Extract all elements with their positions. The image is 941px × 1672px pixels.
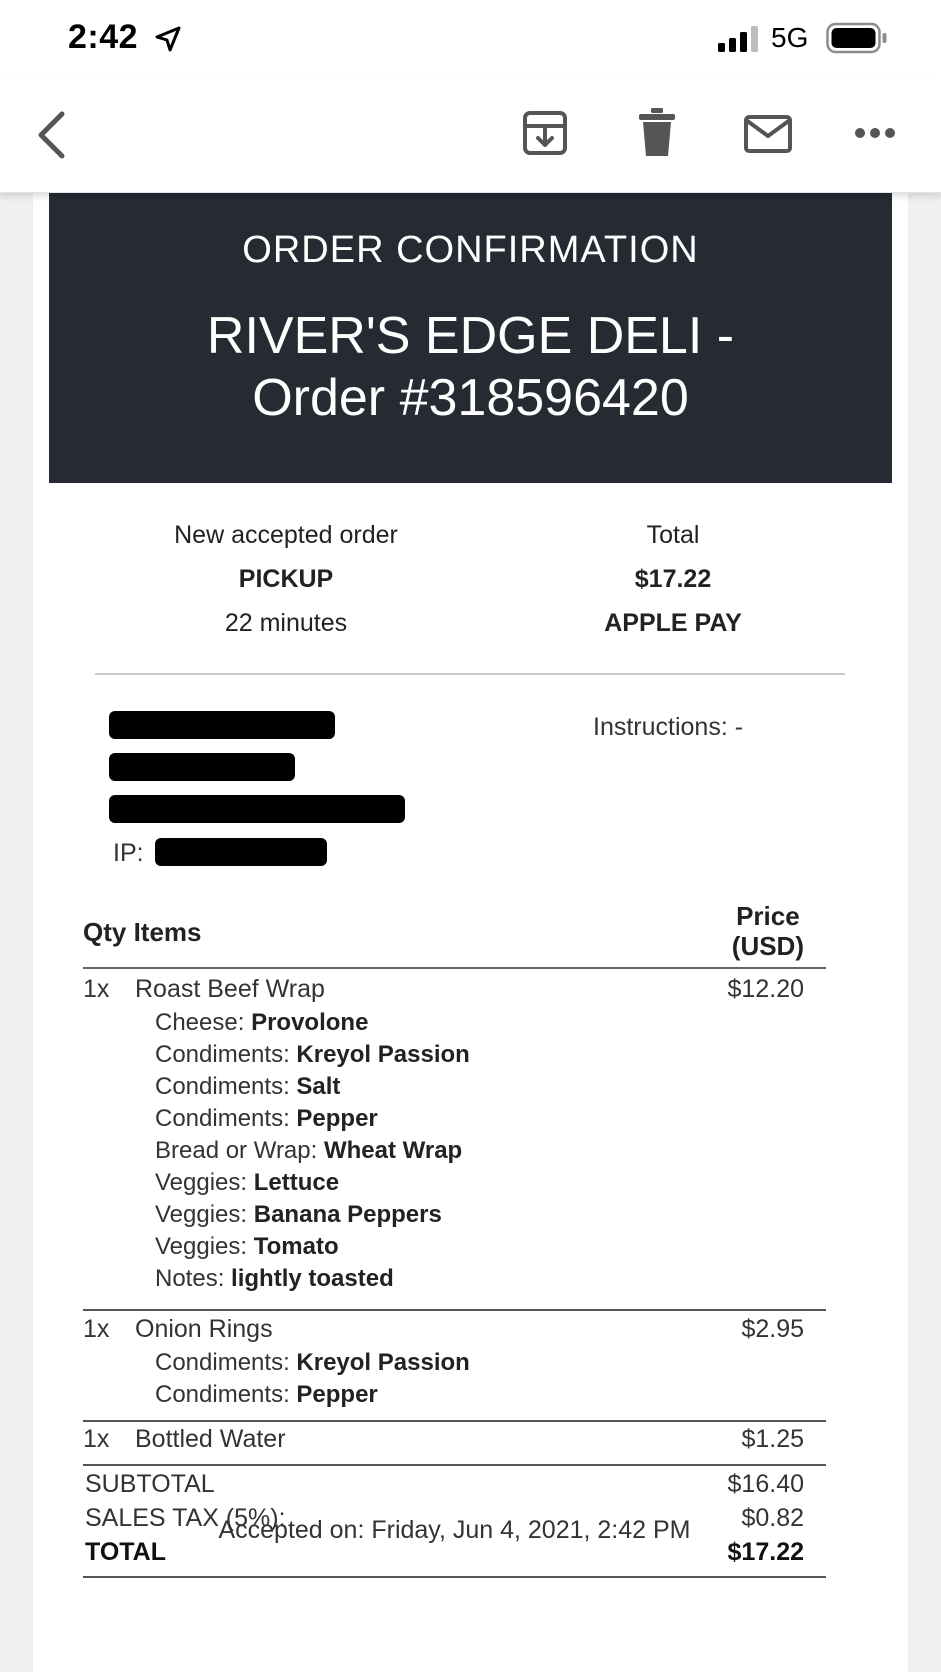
redacted-customer-name <box>109 711 335 739</box>
summary-divider <box>95 673 845 675</box>
item-divider <box>83 1420 826 1422</box>
item-price: $2.95 <box>741 1315 804 1343</box>
more-dots-icon[interactable] <box>854 126 896 140</box>
modifier-value: Kreyol Passion <box>296 1349 470 1376</box>
totals-divider <box>83 1464 826 1466</box>
ip-label: IP: <box>113 839 144 867</box>
item-modifier: Condiments: Salt <box>83 1071 826 1103</box>
items-table-header: Qty Items Price (USD) <box>83 893 826 969</box>
location-arrow-icon <box>155 26 181 52</box>
order-title-line1: RIVER'S EDGE DELI - <box>206 307 735 365</box>
modifier-value: lightly toasted <box>231 1265 394 1292</box>
total-label: Total <box>646 521 700 549</box>
item-divider <box>83 1309 826 1311</box>
item-price: $1.25 <box>741 1425 804 1453</box>
item-modifier: Veggies: Lettuce <box>83 1167 826 1199</box>
modifier-label: Condiments: <box>155 1073 290 1100</box>
status-bar: 2:42 5G <box>0 0 941 78</box>
totals-bottom-divider <box>83 1576 826 1578</box>
order-summary-left: New accepted order PICKUP 22 minutes <box>116 513 456 645</box>
accepted-timestamp: Accepted on: Friday, Jun 4, 2021, 2:42 P… <box>218 1516 691 1544</box>
item-modifier: Cheese: Provolone <box>83 1007 826 1039</box>
subtotal-label: SUBTOTAL <box>85 1470 215 1498</box>
modifier-value: Tomato <box>253 1233 339 1260</box>
order-summary-right: Total $17.22 APPLE PAY <box>533 513 813 645</box>
modifier-label: Condiments: <box>155 1105 290 1132</box>
modifier-label: Notes: <box>155 1265 225 1292</box>
item-name: Bottled Water <box>135 1425 286 1453</box>
redacted-customer-phone <box>109 753 295 781</box>
trash-icon[interactable] <box>637 106 677 158</box>
price-header-line2: (USD) <box>731 931 804 961</box>
mail-icon[interactable] <box>743 114 793 154</box>
order-status: New accepted order <box>174 521 398 549</box>
redacted-customer-email <box>109 795 405 823</box>
item-modifier: Veggies: Banana Peppers <box>83 1199 826 1231</box>
modifier-value: Provolone <box>251 1009 369 1036</box>
line-item: 1x Bottled Water $1.25 <box>83 1423 826 1457</box>
item-modifier: Condiments: Pepper <box>83 1103 826 1135</box>
item-qty: 1x <box>83 1425 110 1453</box>
modifier-label: Veggies: <box>155 1201 248 1228</box>
email-toolbar <box>0 78 941 193</box>
item-qty: 1x <box>83 1315 110 1343</box>
battery-icon <box>826 22 887 54</box>
modifier-label: Condiments: <box>155 1041 290 1068</box>
item-row: 1x Bottled Water $1.25 <box>83 1423 826 1457</box>
price-header-line1: Price <box>736 901 800 931</box>
item-modifier: Condiments: Kreyol Passion <box>83 1039 826 1071</box>
item-qty: 1x <box>83 975 110 1003</box>
order-title: RIVER'S EDGE DELI - Order #318596420 <box>49 305 892 429</box>
instructions: Instructions: - <box>593 713 744 741</box>
item-row: 1x Roast Beef Wrap $12.20 <box>83 973 826 1007</box>
item-modifier: Condiments: Pepper <box>83 1379 826 1411</box>
line-item: 1x Roast Beef Wrap $12.20 Cheese: Provol… <box>83 973 826 1295</box>
item-row: 1x Onion Rings $2.95 <box>83 1313 826 1347</box>
price-header: Price (USD) <box>732 901 804 961</box>
modifier-value: Pepper <box>296 1381 378 1408</box>
network-type: 5G <box>771 22 809 53</box>
modifier-value: Banana Peppers <box>253 1201 442 1228</box>
item-modifier: Veggies: Tomato <box>83 1231 826 1263</box>
email-body: ORDER CONFIRMATION RIVER'S EDGE DELI - O… <box>0 193 941 1672</box>
line-item: 1x Onion Rings $2.95 Condiments: Kreyol … <box>83 1313 826 1411</box>
modifier-label: Bread or Wrap: <box>155 1137 318 1164</box>
item-name: Onion Rings <box>135 1315 273 1343</box>
back-chevron-icon[interactable] <box>32 108 72 162</box>
archive-icon[interactable] <box>521 108 569 158</box>
modifier-value: Pepper <box>296 1105 378 1132</box>
order-title-line2: Order #318596420 <box>252 369 689 427</box>
modifier-label: Condiments: <box>155 1349 290 1376</box>
modifier-value: Lettuce <box>253 1169 340 1196</box>
modifier-label: Veggies: <box>155 1169 248 1196</box>
item-modifier: Condiments: Kreyol Passion <box>83 1347 826 1379</box>
modifier-label: Cheese: <box>155 1009 245 1036</box>
qty-items-header: Qty Items <box>83 917 202 947</box>
fulfillment-type: PICKUP <box>238 565 334 593</box>
signal-bars-icon <box>718 26 758 52</box>
modifier-value: Salt <box>296 1073 341 1100</box>
redacted-ip-address <box>155 838 327 866</box>
item-price: $12.20 <box>727 975 804 1003</box>
modifier-value: Kreyol Passion <box>296 1041 470 1068</box>
subtotal-row: SUBTOTAL $16.40 <box>83 1468 826 1502</box>
pickup-eta: 22 minutes <box>224 609 348 637</box>
item-modifier: Bread or Wrap: Wheat Wrap <box>83 1135 826 1167</box>
status-time: 2:42 <box>68 18 139 56</box>
item-name: Roast Beef Wrap <box>135 975 325 1003</box>
total-amount: $17.22 <box>634 565 712 593</box>
modifier-value: Wheat Wrap <box>323 1137 463 1164</box>
subtotal-value: $16.40 <box>727 1470 804 1498</box>
item-modifier: Notes: lightly toasted <box>83 1263 826 1295</box>
payment-method: APPLE PAY <box>604 609 742 637</box>
modifier-label: Condiments: <box>155 1381 290 1408</box>
header-kicker: ORDER CONFIRMATION <box>242 229 699 271</box>
modifier-label: Veggies: <box>155 1233 248 1260</box>
order-header: ORDER CONFIRMATION RIVER'S EDGE DELI - O… <box>49 193 892 483</box>
